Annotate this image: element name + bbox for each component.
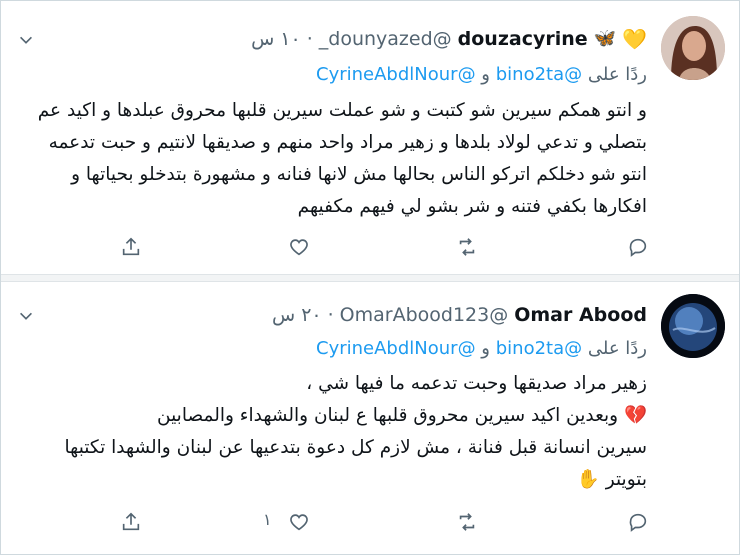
- tweet-card[interactable]: Omar Abood @OmarAbood123 · ٢٠ س ردًا على…: [1, 282, 739, 554]
- reply-context: ردًا على @bino2ta و @CyrineAbdlNour: [316, 63, 647, 87]
- tweet-header: 💛 🦋 douzacyrine @dounyazed_ · ١٠ س: [251, 27, 647, 51]
- tweet-text-segment: بتويتر: [605, 469, 647, 490]
- tweet-text-line: و انتو همكم سيرين شو كتبت و شو عملت سيري…: [37, 100, 647, 121]
- raised-hand-emoji-icon: ✋: [576, 469, 606, 490]
- reply-icon[interactable]: [623, 507, 653, 537]
- avatar[interactable]: [661, 16, 725, 80]
- tweet-text-line: زهير مراد صديقها وحبت تدعمه ما فيها شي ،: [306, 373, 647, 394]
- tweet-header: Omar Abood @OmarAbood123 · ٢٠ س: [272, 303, 647, 327]
- share-icon[interactable]: [116, 232, 146, 262]
- tweet-text-line: بتصلي و تدعي لولاد بلدها و زهير مراد واح…: [48, 132, 647, 153]
- tweet-feed: 💛 🦋 douzacyrine @dounyazed_ · ١٠ س ردًا …: [0, 0, 740, 555]
- tweet-text-line: افكارها بكفي فتنه و شر بشو لي فيهم مكفيه…: [297, 196, 647, 217]
- heart-icon[interactable]: [284, 507, 314, 537]
- mention-link[interactable]: @bino2ta: [496, 338, 582, 359]
- mention-link[interactable]: @bino2ta: [496, 64, 582, 85]
- tweet-card[interactable]: 💛 🦋 douzacyrine @dounyazed_ · ١٠ س ردًا …: [1, 1, 739, 274]
- tweet-text-line: انتو شو دخلكم اتركو الناس بحالها مش لانه…: [71, 164, 647, 185]
- timestamp[interactable]: ١٠ س: [251, 27, 301, 51]
- tweet-actions: [1, 232, 739, 262]
- user-handle[interactable]: @OmarAbood123: [340, 303, 509, 327]
- tweet-text: و انتو همكم سيرين شو كتبت و شو عملت سيري…: [19, 95, 647, 223]
- retweet-icon[interactable]: [452, 232, 482, 262]
- conjunction: و: [481, 64, 490, 85]
- heart-icon[interactable]: [284, 232, 314, 262]
- conjunction: و: [481, 338, 490, 359]
- tweet-text-line-with-emoji: بتويتر ✋: [19, 464, 647, 496]
- tweet-actions: ١: [1, 507, 739, 537]
- avatar[interactable]: [661, 294, 725, 358]
- more-options-chevron-down-icon[interactable]: [17, 31, 35, 49]
- mention-link[interactable]: @CyrineAbdlNour: [316, 64, 476, 85]
- user-handle[interactable]: @dounyazed_: [319, 27, 452, 51]
- tweet-text-line: سيرين انسانة قبل فنانة ، مش لازم كل دعوة…: [64, 437, 647, 458]
- butterfly-emoji-icon: 🦋: [593, 28, 617, 49]
- broken-heart-emoji-icon: 💔: [618, 405, 647, 426]
- separator-dot: ·: [327, 304, 334, 326]
- tweet-divider: [1, 274, 739, 282]
- reply-icon[interactable]: [623, 232, 653, 262]
- separator-dot: ·: [306, 28, 313, 50]
- reply-prefix: ردًا على: [587, 64, 647, 85]
- like-count: ١: [263, 510, 272, 529]
- tweet-text-segment: وبعدين اكيد سيرين محروق قلبها ع لبنان وا…: [157, 405, 619, 426]
- share-icon[interactable]: [116, 507, 146, 537]
- mention-link[interactable]: @CyrineAbdlNour: [316, 338, 476, 359]
- yellow-heart-emoji-icon: 💛: [622, 27, 647, 51]
- display-name[interactable]: Omar Abood: [514, 303, 647, 327]
- display-name[interactable]: douzacyrine: [458, 27, 588, 51]
- tweet-text: زهير مراد صديقها وحبت تدعمه ما فيها شي ،…: [19, 368, 647, 496]
- retweet-icon[interactable]: [452, 507, 482, 537]
- reply-prefix: ردًا على: [587, 338, 647, 359]
- timestamp[interactable]: ٢٠ س: [272, 303, 322, 327]
- more-options-chevron-down-icon[interactable]: [17, 307, 35, 325]
- tweet-text-line-with-emoji: 💔 وبعدين اكيد سيرين محروق قلبها ع لبنان …: [19, 400, 647, 432]
- reply-context: ردًا على @bino2ta و @CyrineAbdlNour: [316, 337, 647, 361]
